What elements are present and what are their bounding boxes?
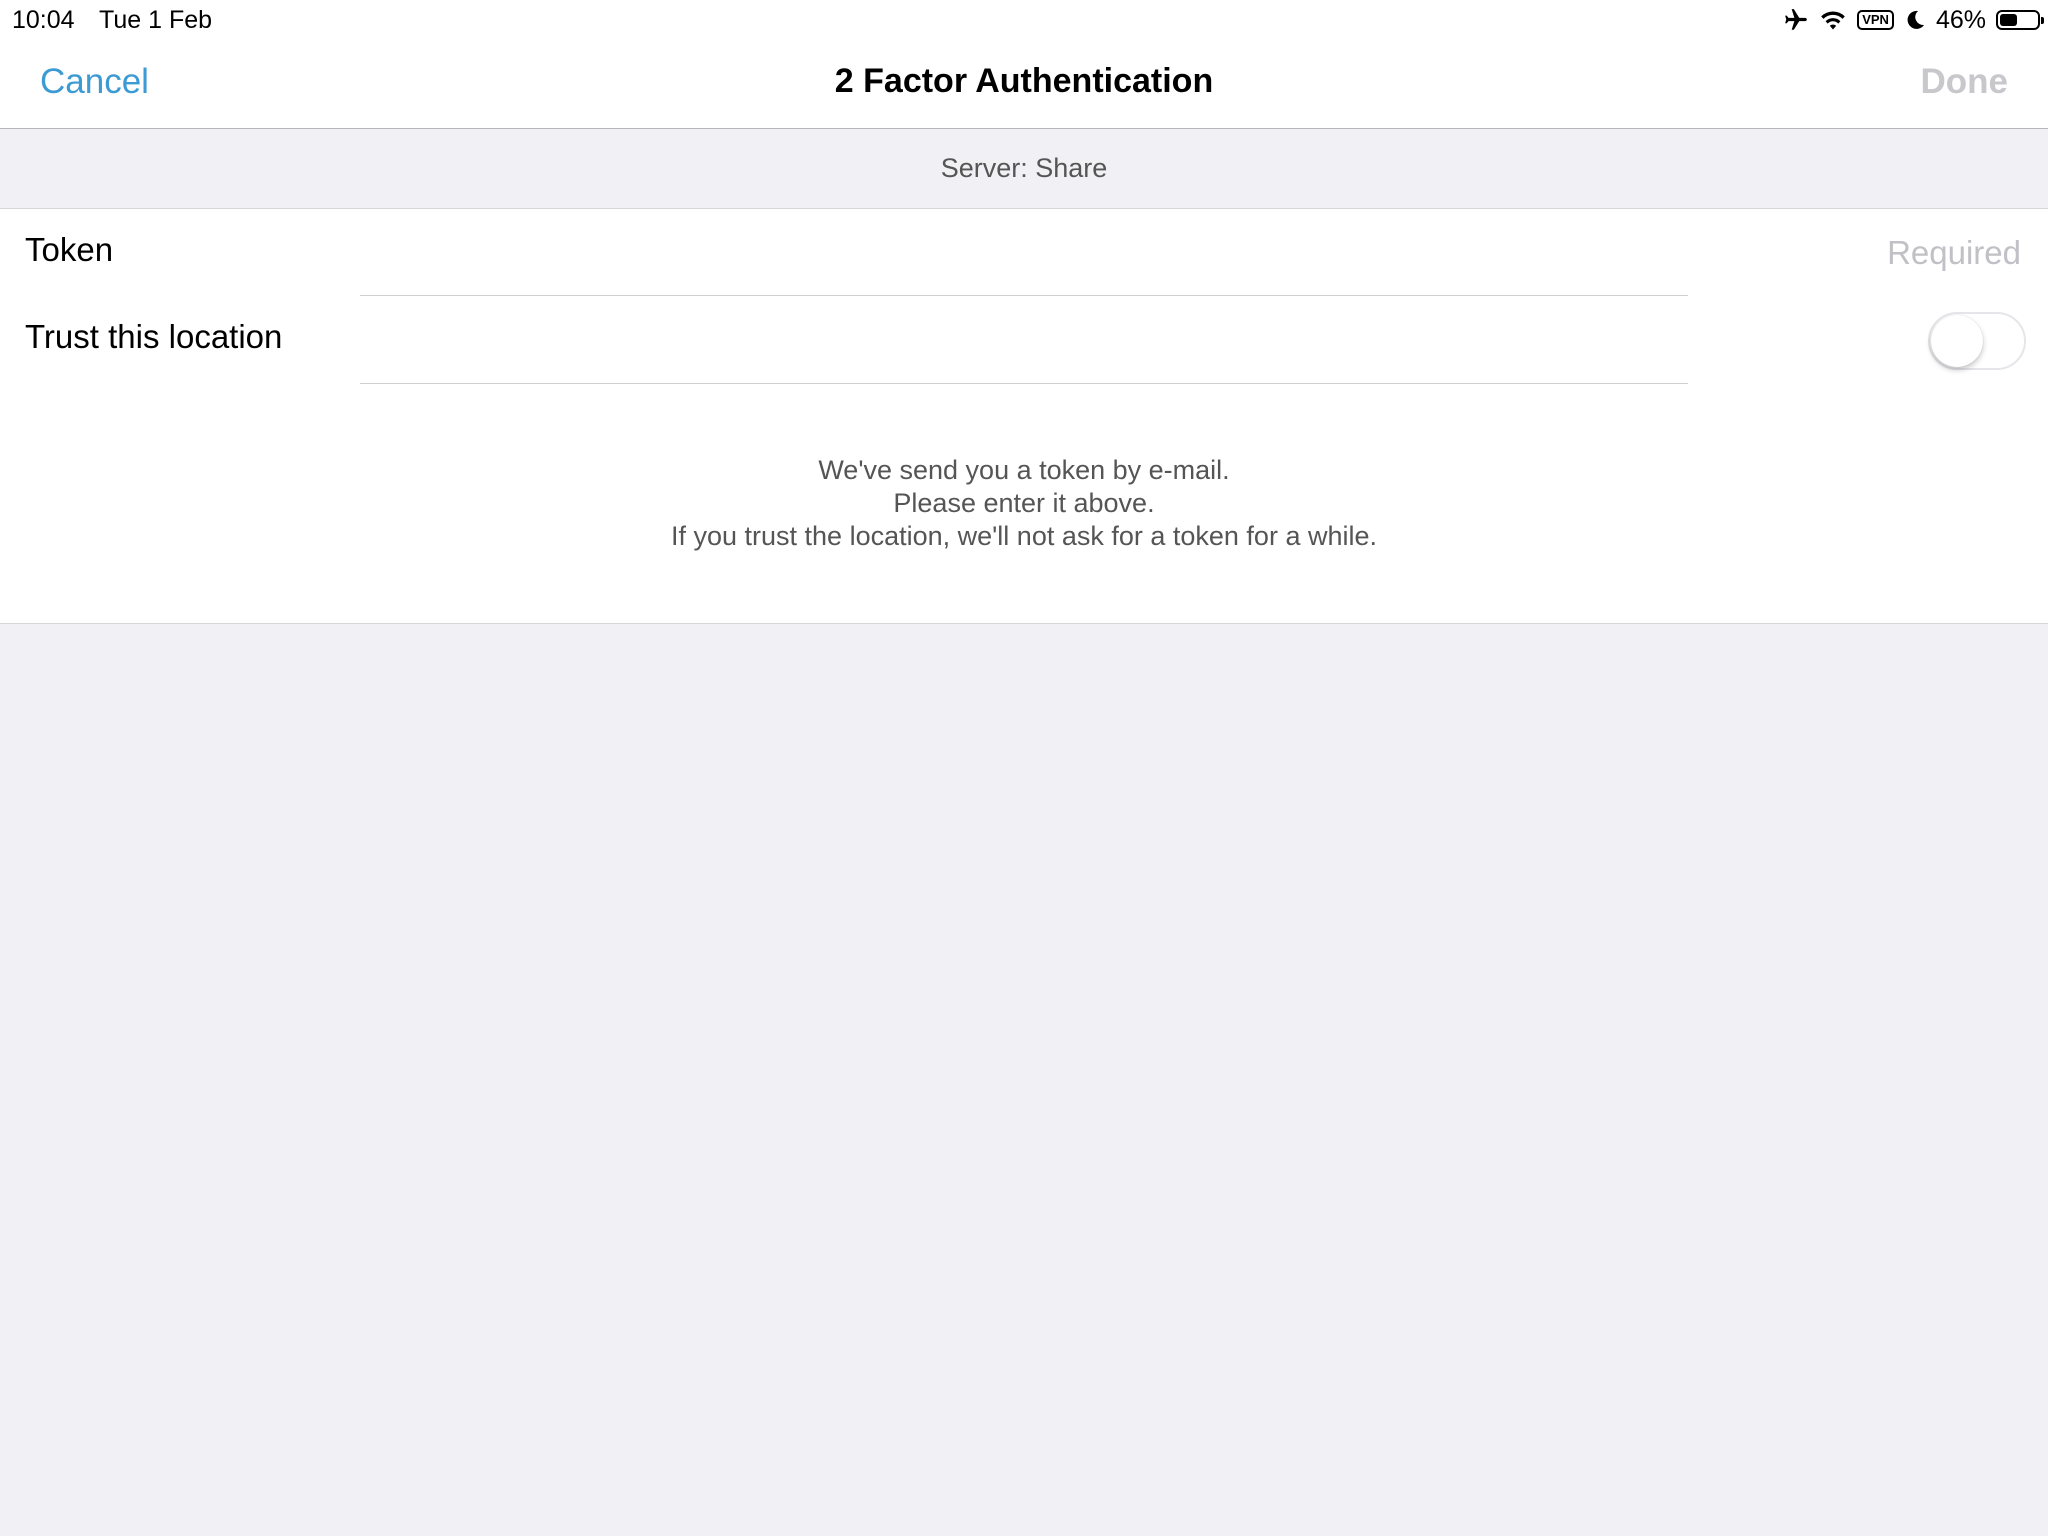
row-divider [360, 383, 1688, 384]
token-input[interactable] [1419, 227, 2023, 279]
status-time: 10:04 [12, 6, 75, 34]
status-bar: 10:04 Tue 1 Feb VPN 46% [0, 0, 2048, 40]
form-card: Token Trust this location We've send you… [0, 209, 2048, 624]
trust-row: Trust this location [0, 296, 2048, 384]
page-title: 2 Factor Authentication [834, 62, 1214, 100]
navigation-bar: Cancel 2 Factor Authentication Done [0, 40, 2048, 129]
token-label: Token [25, 231, 114, 268]
wifi-icon [1819, 9, 1847, 31]
done-button[interactable]: Done [1921, 62, 2009, 102]
info-line: We've send you a token by e-mail. [818, 455, 1230, 485]
battery-percent: 46% [1935, 5, 1986, 34]
server-label: Server: Share [940, 153, 1108, 183]
info-line: If you trust the location, we'll not ask… [670, 521, 1377, 551]
token-row: Token [0, 209, 2048, 296]
screen: 10:04 Tue 1 Feb VPN 46% Cancel 2 Factor … [0, 0, 2048, 1536]
trust-location-toggle[interactable] [1928, 312, 2026, 370]
vpn-icon: VPN [1857, 10, 1894, 30]
trust-label: Trust this location [25, 318, 283, 355]
status-date: Tue 1 Feb [99, 6, 213, 34]
toggle-knob [1931, 315, 1983, 367]
airplane-icon [1783, 7, 1809, 33]
section-header: Server: Share [0, 129, 2048, 209]
status-icons: VPN 46% [1783, 5, 2044, 35]
info-line: Please enter it above. [893, 488, 1155, 518]
info-text: We've send you a token by e-mail. Please… [0, 454, 2048, 553]
moon-icon [1904, 9, 1926, 31]
battery-icon [1996, 10, 2044, 30]
